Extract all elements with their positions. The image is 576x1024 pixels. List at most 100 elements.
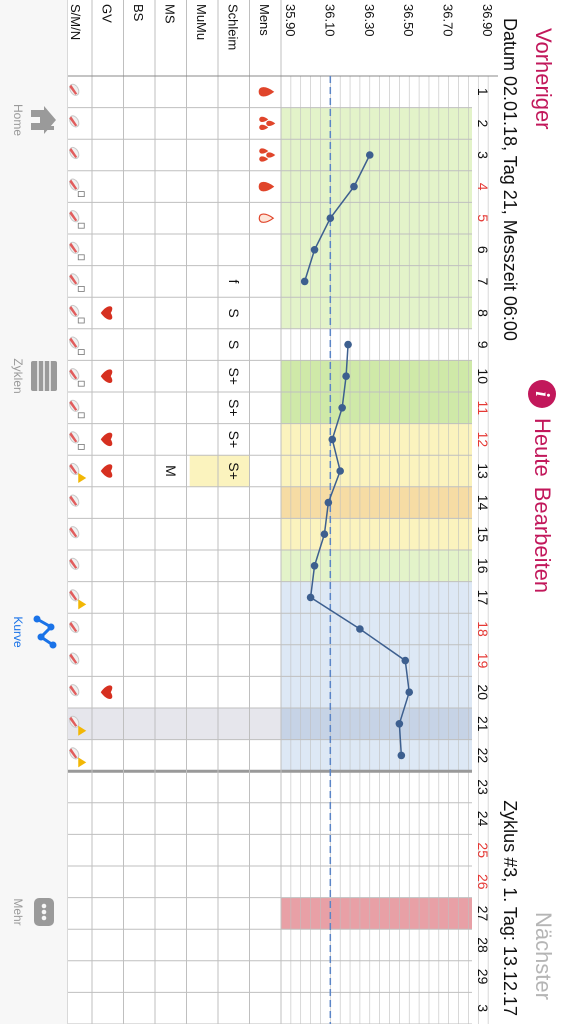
pill-note-icon	[69, 241, 85, 261]
y-tick-label: 36.50	[401, 4, 416, 37]
heart-icon	[100, 685, 113, 699]
measurement-info: Datum 02.01.18, Tag 21, Messzeit 06:00	[500, 18, 520, 341]
tab-home[interactable]: Home	[11, 80, 59, 160]
day-number: 23	[475, 779, 491, 795]
landscape-screen: Vorheriger i Heute Bearbeiten Nächster D…	[0, 0, 576, 1024]
temperature-point	[310, 246, 319, 254]
temperature-point	[397, 751, 406, 760]
pill-note-icon	[69, 210, 85, 229]
schleim-value: f	[226, 279, 242, 283]
temperature-point	[328, 435, 337, 444]
schleim-value: S+	[226, 367, 242, 385]
pill-note-icon	[69, 273, 85, 292]
temperature-point	[300, 277, 309, 286]
tab-more[interactable]: Mehr	[11, 872, 59, 952]
warning-mark	[78, 757, 87, 768]
today-button[interactable]: Heute	[529, 418, 555, 477]
day-number: 11	[475, 401, 491, 416]
temperature-point	[401, 656, 410, 665]
row-label: BS	[131, 4, 146, 22]
temperature-point	[365, 151, 374, 159]
pill-note-icon	[69, 336, 85, 356]
pill-note-icon	[69, 399, 85, 419]
phase-band	[281, 739, 472, 772]
row-label: MuMu	[194, 4, 209, 40]
row-label: MS	[163, 4, 178, 24]
pill-warning-icon	[69, 747, 87, 768]
pill-note-icon	[69, 178, 85, 198]
pill-icon	[69, 115, 80, 128]
tab-cycles[interactable]: Zyklen	[11, 336, 59, 416]
day-number: 5	[475, 214, 491, 222]
day-number: 19	[475, 653, 491, 669]
pill-icon	[69, 526, 80, 539]
warning-mark	[78, 473, 87, 483]
tab-cycles-label: Zyklen	[11, 358, 25, 394]
y-tick-label: 35.90	[283, 4, 298, 37]
home-icon	[31, 106, 56, 134]
day-number: 18	[475, 621, 491, 637]
schleim-value: S+	[226, 399, 242, 417]
y-tick-label: 36.70	[441, 4, 456, 37]
temperature-point	[324, 498, 333, 507]
heart-icon	[100, 432, 113, 447]
curve-icon	[33, 615, 57, 649]
pill-note-icon	[69, 368, 85, 387]
more-icon	[34, 898, 54, 926]
today-edit-group: i Heute Bearbeiten	[528, 380, 556, 593]
temperature-point	[350, 182, 358, 191]
row-label: Mens	[257, 4, 272, 36]
note-mark	[77, 412, 85, 419]
cycle-info: Zyklus #3, 1. Tag: 13.12.17	[500, 800, 520, 1016]
day-number: 20	[475, 684, 491, 700]
phase-band	[281, 708, 472, 740]
phase-band	[281, 518, 472, 551]
day-number: 26	[475, 874, 491, 890]
note-mark	[77, 222, 85, 229]
drops-icon	[259, 156, 269, 162]
ms-value: M	[163, 465, 179, 477]
day-number: 17	[475, 590, 491, 606]
day-number: 27	[475, 906, 491, 922]
info-icon[interactable]: i	[528, 380, 556, 408]
day-number: 9	[475, 341, 491, 349]
row-label: Schleim	[226, 4, 241, 50]
y-tick-label: 36.90	[480, 4, 495, 37]
pill-icon	[69, 684, 80, 697]
pill-icon	[69, 146, 80, 160]
note-mark	[77, 380, 85, 387]
phase-band	[281, 107, 472, 329]
day-number: 7	[475, 278, 491, 286]
row-label: S/M/N	[68, 4, 83, 40]
temperature-point	[356, 625, 364, 633]
note-mark	[77, 191, 85, 198]
drop-icon	[258, 181, 275, 192]
edit-button[interactable]: Bearbeiten	[529, 487, 555, 593]
day-number: 2	[475, 120, 491, 128]
y-tick-label: 36.10	[322, 4, 337, 37]
day-number: 29	[475, 969, 491, 985]
tab-home-label: Home	[11, 103, 25, 136]
row-label: GV	[100, 4, 115, 23]
day-number: 10	[475, 368, 491, 384]
next-button[interactable]: Nächster	[530, 912, 556, 1000]
note-mark	[77, 349, 85, 356]
tab-curve[interactable]: Kurve	[11, 592, 59, 672]
drops-icon	[259, 124, 269, 131]
tab-more-label: Mehr	[11, 898, 25, 926]
pill-icon	[69, 557, 80, 570]
cycle-chart[interactable]: 36.9036.7036.5036.3036.1035.901234567891…	[68, 0, 498, 1024]
drops-icon	[259, 148, 269, 154]
pill-note-icon	[69, 431, 85, 450]
schleim-value: S	[226, 308, 242, 317]
day-number: 16	[475, 558, 491, 574]
day-number: 6	[475, 246, 491, 254]
day-number: 4	[475, 183, 491, 191]
tab-bar: Home Zyklen Kurve Mehr	[0, 0, 68, 1024]
phase-band	[281, 550, 472, 582]
drops-icon	[259, 116, 269, 123]
day-number: 28	[475, 937, 491, 953]
tab-curve-label: Kurve	[11, 616, 25, 648]
previous-button[interactable]: Vorheriger	[530, 28, 556, 130]
temperature-point	[342, 372, 350, 381]
